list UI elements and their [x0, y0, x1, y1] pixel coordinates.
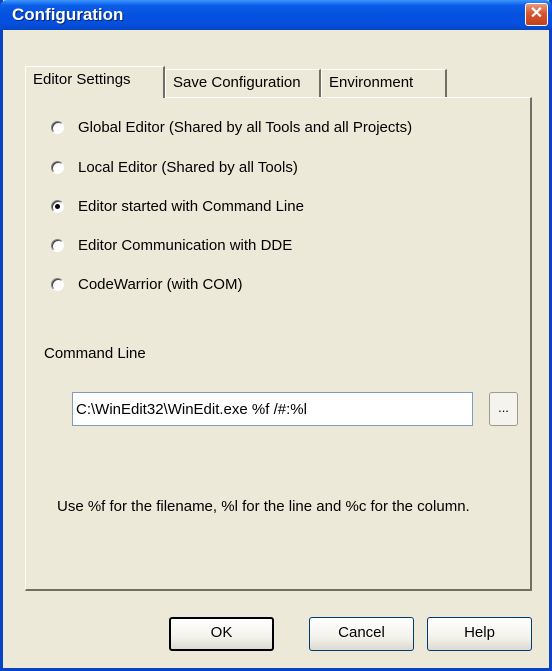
title-bar[interactable]: Configuration ✕ [0, 0, 552, 30]
radio-label: CodeWarrior (with COM) [78, 276, 243, 293]
close-button[interactable]: ✕ [525, 3, 548, 26]
help-label: Help [464, 624, 495, 641]
command-line-input[interactable] [72, 392, 473, 426]
browse-button[interactable]: ... [489, 392, 518, 426]
radio-button[interactable] [51, 121, 64, 134]
radio-button[interactable] [51, 161, 64, 174]
radio-button-selected[interactable] [51, 200, 64, 213]
tab-label: Editor Settings [33, 71, 131, 88]
configuration-dialog: Configuration ✕ Editor Settings Save Con… [0, 0, 552, 671]
hint-text: Use %f for the filename, %l for the line… [57, 498, 470, 515]
tab-environment[interactable]: Environment [321, 69, 447, 97]
help-button[interactable]: Help [427, 617, 532, 651]
radio-dot-icon [55, 204, 60, 209]
command-line-label: Command Line [44, 345, 146, 362]
tab-editor-settings[interactable]: Editor Settings [25, 66, 165, 98]
radio-label: Editor started with Command Line [78, 198, 304, 215]
cancel-label: Cancel [338, 624, 385, 641]
radio-label: Local Editor (Shared by all Tools) [78, 159, 298, 176]
radio-label: Editor Communication with DDE [78, 237, 293, 254]
browse-label: ... [498, 400, 509, 415]
tab-save-configuration[interactable]: Save Configuration [165, 69, 321, 97]
radio-button[interactable] [51, 278, 64, 291]
window-title: Configuration [12, 5, 124, 24]
close-icon: ✕ [529, 5, 544, 22]
tab-label: Save Configuration [173, 74, 301, 91]
cancel-button[interactable]: Cancel [309, 617, 414, 651]
ok-button[interactable]: OK [169, 617, 274, 651]
radio-button[interactable] [51, 239, 64, 252]
radio-label: Global Editor (Shared by all Tools and a… [78, 119, 413, 136]
tab-label: Environment [329, 74, 414, 91]
ok-label: OK [210, 624, 233, 641]
